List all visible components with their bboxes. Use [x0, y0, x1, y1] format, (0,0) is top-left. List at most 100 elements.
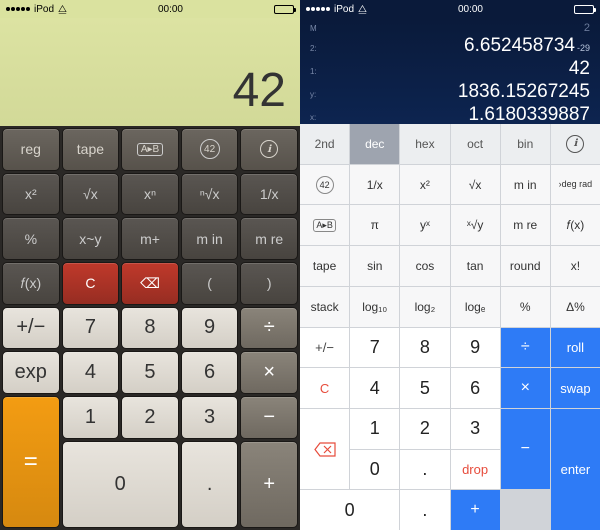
- digit-3-button[interactable]: 3: [451, 409, 500, 449]
- digit-7-button[interactable]: 7: [350, 328, 399, 368]
- bin-button[interactable]: bin: [501, 124, 550, 164]
- sqrt-button[interactable]: √x: [451, 165, 500, 205]
- plusminus-button[interactable]: +/−: [300, 328, 349, 368]
- backspace-icon: [314, 442, 336, 457]
- digit-4-button[interactable]: 4: [350, 368, 399, 408]
- info-icon: ℹ: [260, 140, 278, 158]
- tape-button[interactable]: tape: [62, 128, 120, 171]
- plus-button[interactable]: +: [240, 441, 298, 528]
- percent-button[interactable]: %: [501, 287, 550, 327]
- reg-button[interactable]: reg: [2, 128, 60, 171]
- stack-display: M2 2:6.652458734-29 1:42 y:1836.15267245…: [300, 18, 600, 124]
- nroot-button[interactable]: ⁿ√x: [181, 173, 239, 216]
- digit-0-wide[interactable]: 0: [300, 490, 399, 530]
- sin-button[interactable]: sin: [350, 246, 399, 286]
- fx-button[interactable]: 𝑓(x): [2, 262, 60, 305]
- digit-7-button[interactable]: 7: [62, 307, 120, 350]
- dot-button[interactable]: .: [181, 441, 239, 528]
- fx-button[interactable]: 𝑓(x): [551, 205, 600, 245]
- deltapercent-button[interactable]: Δ%: [551, 287, 600, 327]
- digit-0-button[interactable]: 0: [62, 441, 179, 528]
- digit-6-button[interactable]: 6: [451, 368, 500, 408]
- ans-button[interactable]: 42: [300, 165, 349, 205]
- cos-button[interactable]: cos: [400, 246, 449, 286]
- divide-button[interactable]: ÷: [501, 328, 550, 368]
- digit-2-button[interactable]: 2: [121, 396, 179, 439]
- degrad-button[interactable]: ›deg rad: [551, 165, 600, 205]
- clear-button[interactable]: C: [300, 368, 349, 408]
- dot-wide[interactable]: .: [400, 490, 449, 530]
- hex-button[interactable]: hex: [400, 124, 449, 164]
- ln-button[interactable]: logₑ: [451, 287, 500, 327]
- minus-button[interactable]: −: [240, 396, 298, 439]
- atob-button[interactable]: A▸B: [121, 128, 179, 171]
- clear-button[interactable]: C: [62, 262, 120, 305]
- pow-button[interactable]: xⁿ: [121, 173, 179, 216]
- tape-button[interactable]: tape: [300, 246, 349, 286]
- stack-button[interactable]: stack: [300, 287, 349, 327]
- square-button[interactable]: x²: [2, 173, 60, 216]
- roll-button[interactable]: roll: [551, 328, 600, 368]
- multiply-button[interactable]: ×: [501, 368, 550, 408]
- swap-button[interactable]: x~y: [62, 217, 120, 260]
- swap-button[interactable]: swap: [551, 368, 600, 408]
- battery-icon: [574, 5, 594, 14]
- ans-button[interactable]: 42: [181, 128, 239, 171]
- round-button[interactable]: round: [501, 246, 550, 286]
- info-icon: ℹ: [566, 135, 584, 153]
- second-button[interactable]: 2nd: [300, 124, 349, 164]
- log2-button[interactable]: log₂: [400, 287, 449, 327]
- backspace-button[interactable]: [300, 409, 349, 489]
- digit-1-button[interactable]: 1: [62, 396, 120, 439]
- digit-3-button[interactable]: 3: [181, 396, 239, 439]
- info-button[interactable]: ℹ: [240, 128, 298, 171]
- enter-button[interactable]: enter: [551, 409, 600, 530]
- inverse-button[interactable]: 1/x: [240, 173, 298, 216]
- digit-6-button[interactable]: 6: [181, 351, 239, 394]
- info-button[interactable]: ℹ: [551, 124, 600, 164]
- status-bar: iPod ⧋ 00:00: [300, 0, 600, 18]
- factorial-button[interactable]: x!: [551, 246, 600, 286]
- digit-8-button[interactable]: 8: [121, 307, 179, 350]
- lparen-button[interactable]: (: [181, 262, 239, 305]
- pi-button[interactable]: π: [350, 205, 399, 245]
- plus-button[interactable]: +: [451, 490, 500, 530]
- mre-button[interactable]: m re: [501, 205, 550, 245]
- sqrt-button[interactable]: √x: [62, 173, 120, 216]
- inverse-button[interactable]: 1/x: [350, 165, 399, 205]
- min-button[interactable]: m in: [501, 165, 550, 205]
- rparen-button[interactable]: ): [240, 262, 298, 305]
- digit-8-button[interactable]: 8: [400, 328, 449, 368]
- digit-9-button[interactable]: 9: [451, 328, 500, 368]
- atob-button[interactable]: A▸B: [300, 205, 349, 245]
- exp-button[interactable]: exp: [2, 351, 60, 394]
- oct-button[interactable]: oct: [451, 124, 500, 164]
- digit-5-button[interactable]: 5: [121, 351, 179, 394]
- xrooty-button[interactable]: ˣ√y: [451, 205, 500, 245]
- digit-1-button[interactable]: 1: [350, 409, 399, 449]
- tan-button[interactable]: tan: [451, 246, 500, 286]
- ypowx-button[interactable]: yˣ: [400, 205, 449, 245]
- multiply-button[interactable]: ×: [240, 351, 298, 394]
- log10-button[interactable]: log₁₀: [350, 287, 399, 327]
- square-button[interactable]: x²: [400, 165, 449, 205]
- percent-button[interactable]: %: [2, 217, 60, 260]
- battery-icon: [274, 5, 294, 14]
- digit-4-button[interactable]: 4: [62, 351, 120, 394]
- dot-button[interactable]: .: [400, 450, 449, 490]
- plusminus-button[interactable]: +/−: [2, 307, 60, 350]
- divide-button[interactable]: ÷: [240, 307, 298, 350]
- drop-button[interactable]: drop: [451, 450, 500, 490]
- minus-button[interactable]: −: [501, 409, 550, 489]
- min-button[interactable]: m in: [181, 217, 239, 260]
- mre-button[interactable]: m re: [240, 217, 298, 260]
- digit-5-button[interactable]: 5: [400, 368, 449, 408]
- mplus-button[interactable]: m+: [121, 217, 179, 260]
- equals-button[interactable]: =: [2, 396, 60, 528]
- backspace-button[interactable]: ⌫: [121, 262, 179, 305]
- digit-2-button[interactable]: 2: [400, 409, 449, 449]
- carrier-label: iPod: [334, 4, 354, 15]
- digit-0-button[interactable]: 0: [350, 450, 399, 490]
- dec-button[interactable]: dec: [350, 124, 399, 164]
- digit-9-button[interactable]: 9: [181, 307, 239, 350]
